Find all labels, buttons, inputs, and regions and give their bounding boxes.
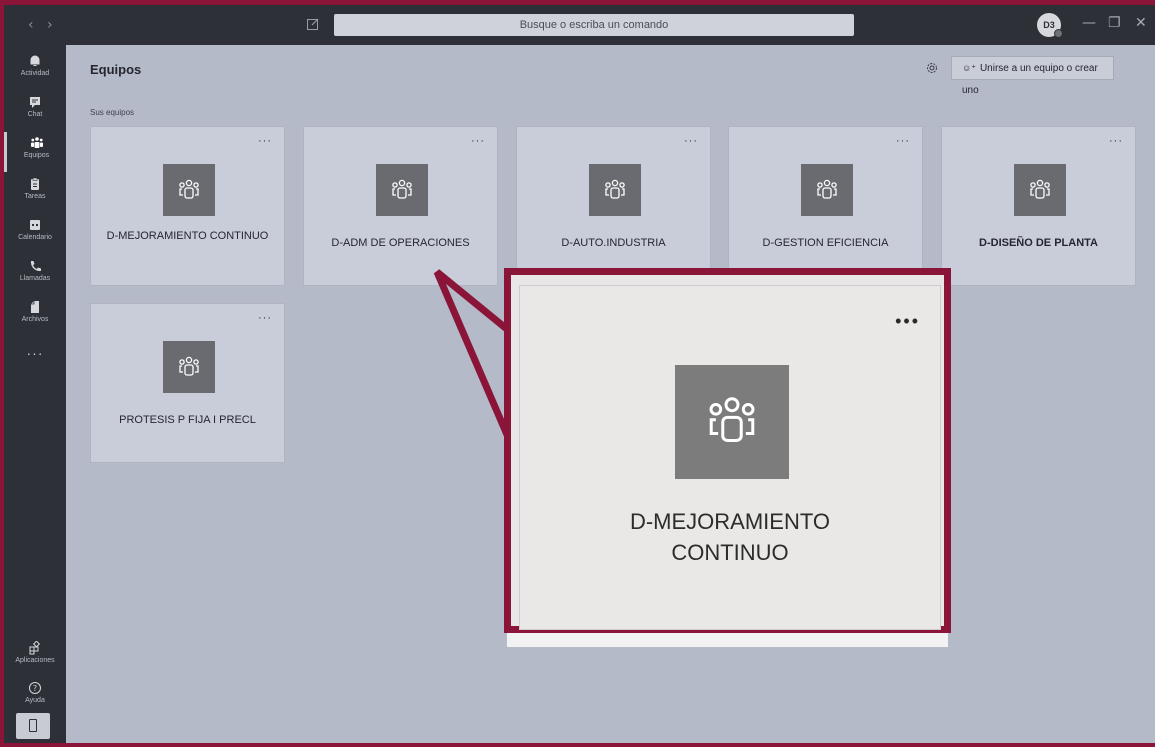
team-avatar [675, 365, 789, 479]
team-card[interactable]: ··· D-GESTION EFICIENCIA [728, 126, 923, 286]
rail-item-label: Ayuda [25, 697, 45, 704]
rail-item-llamadas[interactable]: Llamadas [4, 255, 66, 295]
more-options-button[interactable]: ··· [258, 135, 272, 147]
rail-item-equipos[interactable]: Equipos [4, 132, 66, 172]
team-card[interactable]: ··· PROTESIS P FIJA I PRECL [90, 303, 285, 463]
team-icon [817, 179, 837, 199]
help-icon: ? [29, 682, 41, 694]
mobile-app-button[interactable] [16, 713, 50, 739]
team-avatar [1014, 164, 1066, 216]
add-team-icon: ☺⁺ [962, 63, 976, 73]
more-options-button[interactable]: ··· [258, 312, 272, 324]
presence-status-icon [1054, 29, 1063, 38]
bell-icon [30, 55, 40, 66]
team-avatar [801, 164, 853, 216]
team-icon [709, 397, 755, 442]
zoomed-card-body: ••• D-MEJORAMIENTO CONTINUO [519, 285, 941, 630]
team-card[interactable]: ··· D-DISEÑO DE PLANTA [941, 126, 1136, 286]
rail-item-label: Equipos [23, 152, 50, 159]
team-icon [179, 179, 199, 199]
avatar[interactable]: D3 [1037, 13, 1063, 38]
apps-icon [29, 641, 41, 655]
chat-icon [30, 97, 40, 108]
svg-text:?: ? [33, 684, 37, 693]
compose-icon[interactable] [306, 17, 320, 31]
mobile-icon [29, 719, 37, 732]
back-button[interactable]: ‹ [28, 17, 34, 33]
join-or-create-team-button[interactable]: ☺⁺ Unirse a un equipo o crear uno [951, 56, 1114, 96]
rail-item-label: Actividad [20, 70, 50, 77]
rail-item-label: Aplicaciones [15, 657, 55, 664]
team-name: PROTESIS P FIJA I PRECL [119, 414, 256, 426]
team-icon [605, 179, 625, 199]
rail-item-label: Calendario [18, 234, 52, 241]
rail-item-ayuda[interactable]: ? Ayuda [4, 677, 66, 717]
team-icon [179, 356, 199, 376]
rail-item-actividad[interactable]: Actividad [4, 50, 66, 90]
gear-icon[interactable] [925, 61, 939, 75]
avatar-initials: D3 [1043, 20, 1055, 30]
more-options-button[interactable]: ••• [895, 311, 920, 332]
teams-icon [30, 137, 43, 148]
team-name-line: CONTINUO [671, 540, 789, 565]
minimize-button[interactable]: — [1082, 15, 1096, 31]
team-name-line: D-MEJORAMIENTO [629, 509, 831, 534]
team-name: D-AUTO.INDUSTRIA [561, 237, 666, 249]
page-title: Equipos [90, 62, 142, 77]
team-avatar [589, 164, 641, 216]
zoom-shadow [507, 633, 948, 647]
rail-item-label: Archivos [21, 316, 49, 323]
team-icon [1030, 179, 1050, 199]
team-card[interactable]: ··· D-MEJORAMIENTO CONTINUO [90, 126, 285, 286]
team-avatar [163, 164, 215, 216]
team-avatar [163, 341, 215, 393]
more-options-button[interactable]: ··· [684, 135, 698, 147]
rail-item-chat[interactable]: Chat [4, 91, 66, 131]
section-label: Sus equipos [90, 108, 135, 117]
rail-item-calendario[interactable]: Calendario [4, 214, 66, 254]
files-icon [31, 301, 39, 313]
rail-item-aplicaciones[interactable]: Aplicaciones [4, 637, 66, 677]
rail-item-label: Tareas [24, 193, 46, 200]
phone-icon [30, 261, 41, 272]
more-options-button[interactable]: ··· [1109, 135, 1123, 147]
rail-item-label: Chat [27, 111, 43, 118]
zoomed-team-card: ••• D-MEJORAMIENTO CONTINUO [504, 268, 951, 633]
tasks-icon [31, 177, 39, 190]
rail-item-label: Llamadas [19, 275, 51, 282]
team-card[interactable]: ··· D-ADM DE OPERACIONES [303, 126, 498, 286]
more-options-button[interactable]: ··· [896, 135, 910, 147]
calendar-icon [30, 220, 40, 230]
team-name: D-ADM DE OPERACIONES [331, 237, 470, 249]
rail-item-archivos[interactable]: Archivos [4, 296, 66, 336]
app-rail: Actividad Chat Equipos Tareas Calendario… [4, 45, 66, 743]
team-avatar [376, 164, 428, 216]
zoomed-team-name: D-MEJORAMIENTO CONTINUO [540, 506, 920, 568]
team-name: D-DISEÑO DE PLANTA [979, 237, 1098, 249]
restore-button[interactable]: ❐ [1108, 15, 1121, 31]
more-apps-button[interactable]: ··· [4, 345, 66, 361]
join-label: Unirse a un equipo o crear uno [962, 63, 1098, 96]
search-input[interactable]: Busque o escriba un comando [334, 14, 854, 36]
forward-button[interactable]: › [47, 17, 53, 33]
team-icon [392, 179, 412, 199]
team-name: D-MEJORAMIENTO CONTINUO [106, 230, 269, 242]
team-name: D-GESTION EFICIENCIA [762, 237, 889, 249]
close-button[interactable]: ✕ [1135, 15, 1147, 31]
title-bar: ‹ › Busque o escriba un comando D3 — ❐ ✕ [4, 5, 1155, 45]
team-card[interactable]: ··· D-AUTO.INDUSTRIA [516, 126, 711, 286]
rail-item-tareas[interactable]: Tareas [4, 173, 66, 213]
more-options-button[interactable]: ··· [471, 135, 485, 147]
